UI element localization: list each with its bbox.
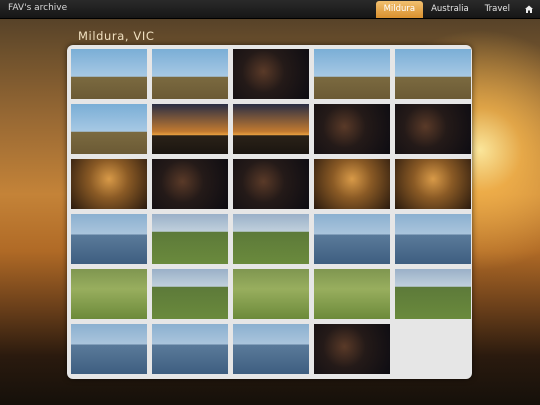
photo-thumbnail-driver-in-car[interactable] xyxy=(233,49,309,99)
photo-thumbnail-neon-sign[interactable] xyxy=(152,159,228,209)
gallery-panel xyxy=(67,45,472,379)
photo-thumbnail-bird-on-post[interactable] xyxy=(395,269,471,319)
photo-thumbnail-bar-shelves[interactable] xyxy=(314,159,390,209)
photo-thumbnail-truck-sunset[interactable] xyxy=(152,104,228,154)
photo-thumbnail-dark-interior[interactable] xyxy=(314,104,390,154)
photo-thumbnail-geese-lawn[interactable] xyxy=(314,269,390,319)
thumbnail-grid xyxy=(71,49,471,374)
photo-thumbnail-river-shrubs[interactable] xyxy=(395,214,471,264)
photo-thumbnail-duck-lawn[interactable] xyxy=(233,269,309,319)
photo-thumbnail-beer-glasses[interactable] xyxy=(71,159,147,209)
photo-thumbnail-dead-tree[interactable] xyxy=(395,49,471,99)
photo-thumbnail-riverside-path[interactable] xyxy=(233,214,309,264)
photo-thumbnail-night-street[interactable] xyxy=(233,159,309,209)
main-nav: Mildura Australia Travel xyxy=(375,0,540,18)
photo-thumbnail-people-at-bar[interactable] xyxy=(395,159,471,209)
photo-thumbnail-sunset-smoke[interactable] xyxy=(233,104,309,154)
site-title[interactable]: FAV's archive xyxy=(8,3,67,13)
nav-item-australia[interactable]: Australia xyxy=(423,1,477,17)
home-icon[interactable] xyxy=(518,0,540,18)
nav-item-mildura[interactable]: Mildura xyxy=(375,1,424,18)
photo-thumbnail-field[interactable] xyxy=(314,49,390,99)
photo-thumbnail-night-car[interactable] xyxy=(395,104,471,154)
page-title: Mildura, VIC xyxy=(78,29,155,43)
photo-thumbnail-palm-fronds[interactable] xyxy=(71,269,147,319)
photo-thumbnail-pelican[interactable] xyxy=(314,214,390,264)
photo-thumbnail-man-on-street[interactable] xyxy=(152,49,228,99)
top-bar: FAV's archive Mildura Australia Travel xyxy=(0,0,540,19)
photo-thumbnail-moored-boats[interactable] xyxy=(233,324,309,374)
photo-thumbnail-tower-trees[interactable] xyxy=(152,214,228,264)
photo-thumbnail-moon-night[interactable] xyxy=(314,324,390,374)
photo-thumbnail-car-mirror[interactable] xyxy=(71,49,147,99)
photo-thumbnail-car-interior[interactable] xyxy=(71,104,147,154)
photo-thumbnail-magpie-grass[interactable] xyxy=(152,269,228,319)
photo-thumbnail-wooden-jetty[interactable] xyxy=(152,324,228,374)
photo-thumbnail-palm-trees[interactable] xyxy=(71,214,147,264)
nav-item-travel[interactable]: Travel xyxy=(477,1,518,17)
photo-thumbnail-paddle-boat[interactable] xyxy=(71,324,147,374)
